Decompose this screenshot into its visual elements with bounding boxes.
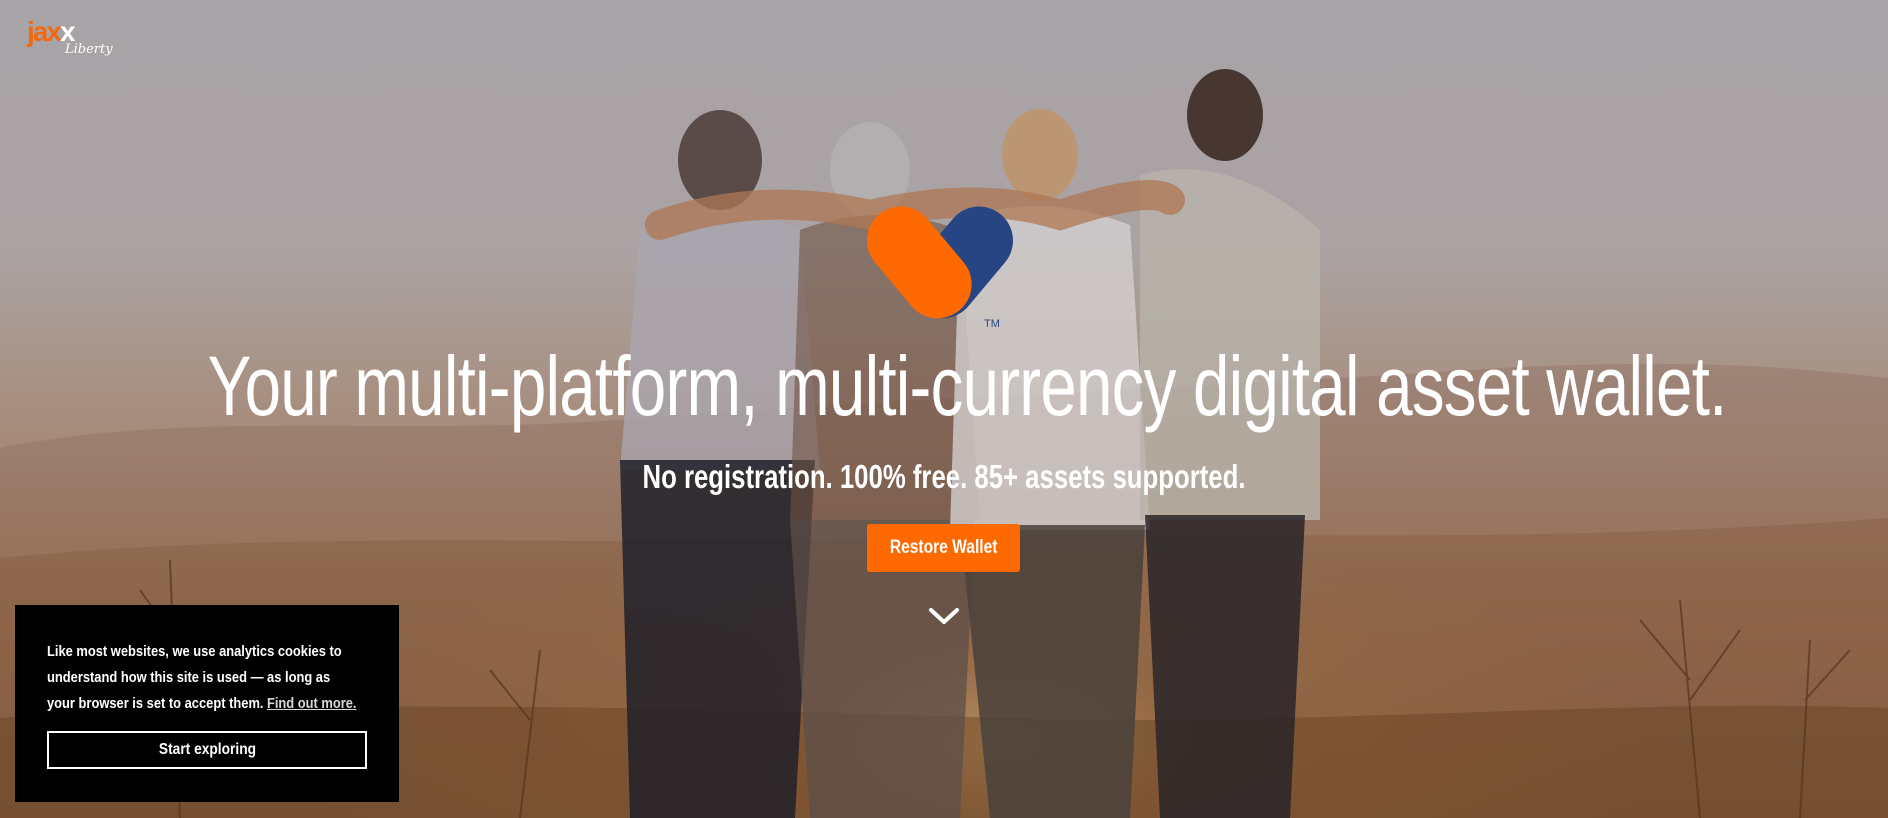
chevron-down-icon[interactable] xyxy=(926,604,962,628)
cookie-message: Like most websites, we use analytics coo… xyxy=(47,639,357,717)
start-exploring-label: Start exploring xyxy=(158,741,256,758)
restore-wallet-button[interactable]: Restore Wallet xyxy=(867,524,1020,572)
hero-title: Your multi-platform, multi-currency digi… xyxy=(207,339,1728,433)
jaxx-heart-logo-icon: TM xyxy=(867,206,1013,330)
landing-page: jaxx Liberty TM Your multi-platform, mul… xyxy=(0,0,1888,818)
jaxx-liberty-logo[interactable]: jaxx Liberty xyxy=(27,16,113,64)
cookie-consent-banner: Like most websites, we use analytics coo… xyxy=(15,605,399,802)
logo-wordmark-main: jax xyxy=(27,16,62,47)
find-out-more-link[interactable]: Find out more. xyxy=(267,695,357,712)
hero-subtitle: No registration. 100% free. 85+ assets s… xyxy=(642,458,1246,495)
trademark-mark: TM xyxy=(984,318,1000,330)
logo-wordmark-sub: Liberty xyxy=(65,42,113,57)
restore-wallet-label: Restore Wallet xyxy=(889,537,998,558)
start-exploring-button[interactable]: Start exploring xyxy=(47,731,367,769)
